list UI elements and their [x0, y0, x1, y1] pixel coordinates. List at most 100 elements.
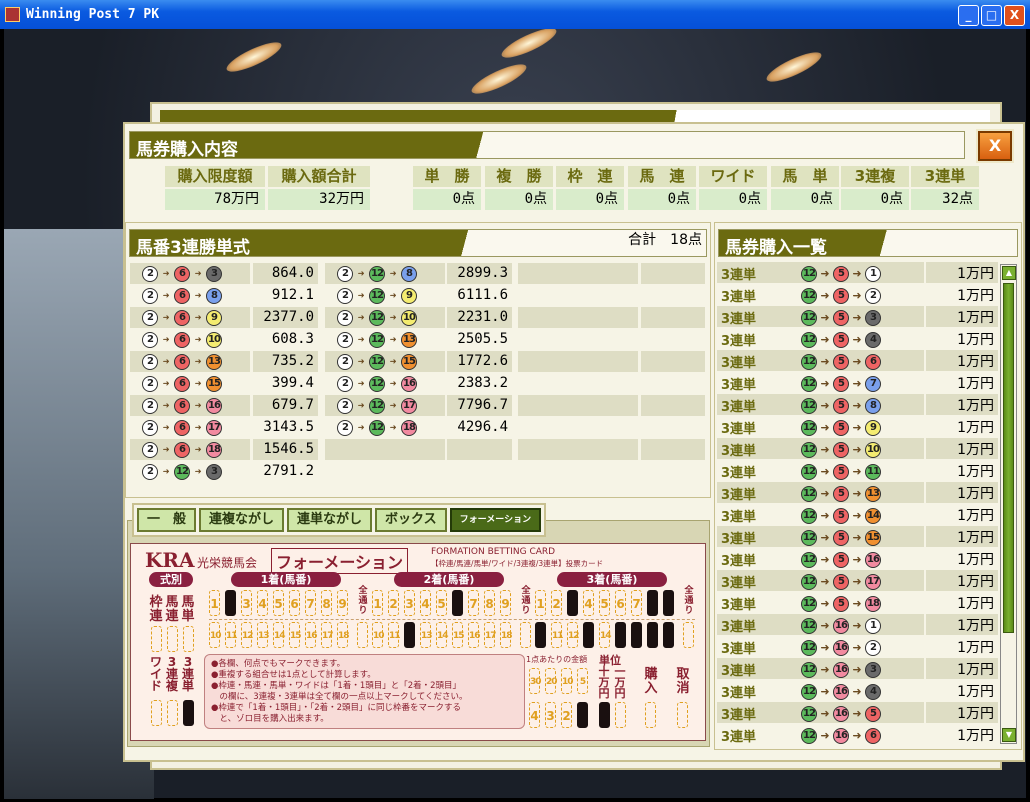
horse-number-mark-13[interactable]: 13	[257, 622, 270, 648]
horse-number-mark-2[interactable]: 2	[225, 590, 236, 616]
scroll-up-button[interactable]: ▲	[1002, 266, 1016, 280]
horse-number-mark-15[interactable]: 15	[289, 622, 302, 648]
bet-type-mark[interactable]	[151, 626, 162, 652]
horse-number-mark-17[interactable]: 17	[321, 622, 334, 648]
purchase-list-item[interactable]: 3連単 12 ➜ 5 ➜ 1 1万円	[717, 262, 998, 283]
odds-combo[interactable]: 2 ➜ 6 ➜ 16	[130, 395, 250, 416]
horse-number-mark-12[interactable]: 12	[404, 622, 415, 648]
purchase-list-item[interactable]: 3連単 12 ➜ 5 ➜ 6 1万円	[717, 350, 998, 371]
horse-number-mark-7[interactable]: 7	[631, 590, 642, 616]
tab-1[interactable]: 連複ながし	[199, 508, 285, 532]
horse-number-mark-17[interactable]: 17	[647, 622, 658, 648]
purchase-list-item[interactable]: 3連単 12 ➜ 5 ➜ 11 1万円	[717, 460, 998, 481]
all-combos-mark[interactable]	[683, 622, 694, 648]
horse-number-mark-6[interactable]: 6	[289, 590, 300, 616]
odds-combo[interactable]: 2 ➜ 6 ➜ 8	[130, 285, 250, 306]
horse-number-mark-1[interactable]: 1	[535, 590, 546, 616]
purchase-list-item[interactable]: 3連単 12 ➜ 5 ➜ 16 1万円	[717, 548, 998, 569]
bet-type-mark[interactable]	[167, 626, 178, 652]
buy-mark[interactable]	[645, 702, 656, 728]
purchase-list-item[interactable]: 3連単 12 ➜ 16 ➜ 1 1万円	[717, 614, 998, 635]
bet-type-mark[interactable]	[183, 626, 194, 652]
horse-number-mark-10[interactable]: 10	[372, 622, 385, 648]
purchase-list-item[interactable]: 3連単 12 ➜ 16 ➜ 4 1万円	[717, 680, 998, 701]
maximize-button[interactable]: □	[981, 5, 1002, 26]
tab-0[interactable]: 一 般	[137, 508, 197, 532]
purchase-list-item[interactable]: 3連単 12 ➜ 5 ➜ 4 1万円	[717, 328, 998, 349]
purchase-list-item[interactable]: 3連単 12 ➜ 16 ➜ 5 1万円	[717, 702, 998, 723]
amount-mark-3[interactable]: 3	[545, 702, 556, 728]
purchase-list-scrollbar[interactable]: ▲ ▼	[1000, 264, 1017, 744]
horse-number-mark-14[interactable]: 14	[599, 622, 612, 648]
bet-type-mark[interactable]	[167, 700, 178, 726]
horse-number-mark-11[interactable]: 11	[225, 622, 238, 648]
odds-combo[interactable]: 2 ➜ 6 ➜ 10	[130, 329, 250, 350]
purchase-list-item[interactable]: 3連単 12 ➜ 16 ➜ 6 1万円	[717, 724, 998, 745]
horse-number-mark-14[interactable]: 14	[436, 622, 449, 648]
horse-number-mark-10[interactable]: 10	[535, 622, 546, 648]
purchase-list-item[interactable]: 3連単 12 ➜ 5 ➜ 18 1万円	[717, 592, 998, 613]
horse-number-mark-17[interactable]: 17	[484, 622, 497, 648]
horse-number-mark-13[interactable]: 13	[583, 622, 594, 648]
odds-combo[interactable]: 2 ➜ 12 ➜ 18	[325, 417, 445, 438]
odds-combo[interactable]: 2 ➜ 6 ➜ 13	[130, 351, 250, 372]
horse-number-mark-5[interactable]: 5	[599, 590, 610, 616]
odds-combo[interactable]: 2 ➜ 6 ➜ 15	[130, 373, 250, 394]
odds-combo[interactable]: 2 ➜ 12 ➜ 9	[325, 285, 445, 306]
odds-combo[interactable]: 2 ➜ 6 ➜ 9	[130, 307, 250, 328]
horse-number-mark-11[interactable]: 11	[388, 622, 401, 648]
close-button[interactable]: X	[976, 129, 1014, 163]
horse-number-mark-15[interactable]: 15	[452, 622, 465, 648]
horse-number-mark-3[interactable]: 3	[404, 590, 415, 616]
horse-number-mark-1[interactable]: 1	[372, 590, 383, 616]
tab-2[interactable]: 連単ながし	[287, 508, 373, 532]
horse-number-mark-5[interactable]: 5	[436, 590, 447, 616]
horse-number-mark-12[interactable]: 12	[241, 622, 254, 648]
window-close-button[interactable]: X	[1004, 5, 1025, 26]
odds-combo[interactable]: 2 ➜ 12 ➜ 8	[325, 263, 445, 284]
amount-mark-1[interactable]: 1	[577, 702, 588, 728]
horse-number-mark-11[interactable]: 11	[551, 622, 564, 648]
horse-number-mark-16[interactable]: 16	[468, 622, 481, 648]
odds-combo[interactable]: 2 ➜ 6 ➜ 17	[130, 417, 250, 438]
horse-number-mark-7[interactable]: 7	[305, 590, 316, 616]
purchase-list-item[interactable]: 3連単 12 ➜ 5 ➜ 17 1万円	[717, 570, 998, 591]
odds-combo[interactable]: 2 ➜ 12 ➜ 17	[325, 395, 445, 416]
scroll-thumb[interactable]	[1003, 283, 1014, 633]
horse-number-mark-16[interactable]: 16	[305, 622, 318, 648]
purchase-list-item[interactable]: 3連単 12 ➜ 16 ➜ 2 1万円	[717, 636, 998, 657]
purchase-list-item[interactable]: 3連単 12 ➜ 5 ➜ 3 1万円	[717, 306, 998, 327]
cancel-mark[interactable]	[677, 702, 688, 728]
amount-mark-4[interactable]: 4	[529, 702, 540, 728]
amount-mark-10[interactable]: 10	[561, 668, 574, 694]
horse-number-mark-10[interactable]: 10	[209, 622, 222, 648]
unit-mark[interactable]	[599, 702, 610, 728]
horse-number-mark-1[interactable]: 1	[209, 590, 220, 616]
horse-number-mark-4[interactable]: 4	[583, 590, 594, 616]
odds-combo[interactable]: 2 ➜ 6 ➜ 3	[130, 263, 250, 284]
amount-mark-30[interactable]: 30	[529, 668, 542, 694]
horse-number-mark-18[interactable]: 18	[500, 622, 513, 648]
amount-mark-5[interactable]: 5	[577, 668, 588, 694]
odds-combo[interactable]: 2 ➜ 6 ➜ 18	[130, 439, 250, 460]
horse-number-mark-4[interactable]: 4	[257, 590, 268, 616]
purchase-list-item[interactable]: 3連単 12 ➜ 5 ➜ 10 1万円	[717, 438, 998, 459]
amount-mark-20[interactable]: 20	[545, 668, 558, 694]
odds-combo[interactable]: 2 ➜ 12 ➜ 16	[325, 373, 445, 394]
odds-combo[interactable]: 2 ➜ 12 ➜ 13	[325, 329, 445, 350]
tab-4[interactable]: フォーメーション	[449, 508, 542, 532]
all-combos-mark[interactable]	[520, 622, 531, 648]
horse-number-mark-15[interactable]: 15	[615, 622, 626, 648]
odds-combo[interactable]: 2 ➜ 12 ➜ 15	[325, 351, 445, 372]
purchase-list-item[interactable]: 3連単 12 ➜ 5 ➜ 7 1万円	[717, 372, 998, 393]
purchase-list-item[interactable]: 3連単 12 ➜ 5 ➜ 9 1万円	[717, 416, 998, 437]
horse-number-mark-8[interactable]: 8	[484, 590, 495, 616]
purchase-list-item[interactable]: 3連単 12 ➜ 5 ➜ 14 1万円	[717, 504, 998, 525]
unit-mark[interactable]	[615, 702, 626, 728]
purchase-list-item[interactable]: 3連単 12 ➜ 5 ➜ 8 1万円	[717, 394, 998, 415]
horse-number-mark-8[interactable]: 8	[647, 590, 658, 616]
horse-number-mark-3[interactable]: 3	[241, 590, 252, 616]
horse-number-mark-7[interactable]: 7	[468, 590, 479, 616]
horse-number-mark-9[interactable]: 9	[500, 590, 511, 616]
horse-number-mark-14[interactable]: 14	[273, 622, 286, 648]
